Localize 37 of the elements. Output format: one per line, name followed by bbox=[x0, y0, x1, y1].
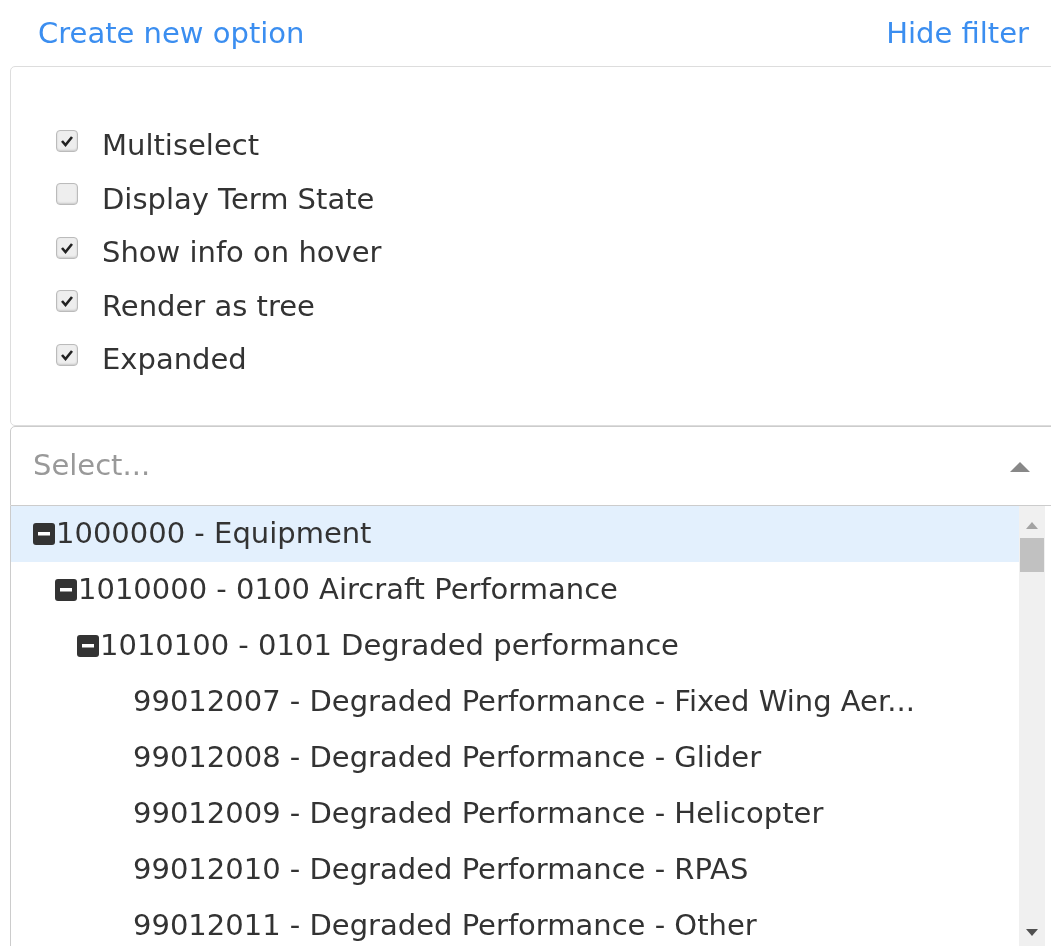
scrollbar[interactable] bbox=[1019, 506, 1045, 946]
scroll-down-icon[interactable] bbox=[1025, 928, 1039, 938]
checkbox-label: Expanded bbox=[102, 341, 247, 378]
tree-item[interactable]: 1010000 - 0100 Aircraft Performance bbox=[11, 562, 1019, 618]
checkbox[interactable] bbox=[56, 129, 78, 152]
collapse-icon[interactable] bbox=[55, 579, 77, 601]
checkbox-label: Multiselect bbox=[102, 127, 260, 164]
tree-item-label: 99012009 - Degraded Performance - Helicopter bbox=[133, 795, 824, 833]
tree-item[interactable]: 1010100 - 0101 Degraded performance bbox=[11, 618, 1019, 674]
checkbox[interactable] bbox=[56, 343, 78, 366]
tree-item-label: 1010000 - 0100 Aircraft Performance bbox=[78, 571, 618, 609]
check-icon bbox=[60, 295, 74, 308]
tree-item-label: 1000000 - Equipment bbox=[56, 515, 372, 553]
tree-item[interactable]: 99012008 - Degraded Performance - Glider bbox=[11, 730, 1019, 786]
tree-item-label: 99012008 - Degraded Performance - Glider bbox=[133, 739, 762, 777]
tree-item-label: 99012007 - Degraded Performance - Fixed Wing Aer... bbox=[133, 683, 915, 721]
placeholder: Select... bbox=[33, 447, 151, 485]
collapse-icon[interactable] bbox=[33, 523, 55, 545]
tree-item[interactable]: 99012011 - Degraded Performance - Other bbox=[11, 898, 1019, 946]
checkbox-label: Show info on hover bbox=[102, 234, 382, 271]
tree-item[interactable]: 99012010 - Degraded Performance - RPAS bbox=[11, 842, 1019, 898]
check-icon bbox=[60, 348, 74, 361]
checkbox[interactable] bbox=[56, 236, 78, 259]
check-icon bbox=[60, 241, 74, 254]
tree-item[interactable]: 1000000 - Equipment bbox=[11, 506, 1019, 562]
checkbox[interactable] bbox=[56, 290, 78, 313]
checkbox-label: Display Term State bbox=[102, 180, 375, 218]
collapse-icon[interactable] bbox=[77, 635, 99, 657]
check-icon bbox=[60, 134, 74, 147]
tree-item-label: 1010100 - 0101 Degraded performance bbox=[100, 627, 679, 665]
scroll-thumb[interactable] bbox=[1020, 538, 1044, 572]
checkbox[interactable] bbox=[56, 183, 78, 206]
tree-item-label: 99012010 - Degraded Performance - RPAS bbox=[133, 851, 749, 889]
checkbox-label: Render as tree bbox=[102, 287, 315, 325]
tree-item-label: 99012011 - Degraded Performance - Other bbox=[133, 907, 757, 945]
tree-item[interactable]: 99012009 - Degraded Performance - Helicopter bbox=[11, 786, 1019, 842]
tree-item[interactable]: 99012007 - Degraded Performance - Fixed Wing Aer... bbox=[11, 674, 1019, 730]
